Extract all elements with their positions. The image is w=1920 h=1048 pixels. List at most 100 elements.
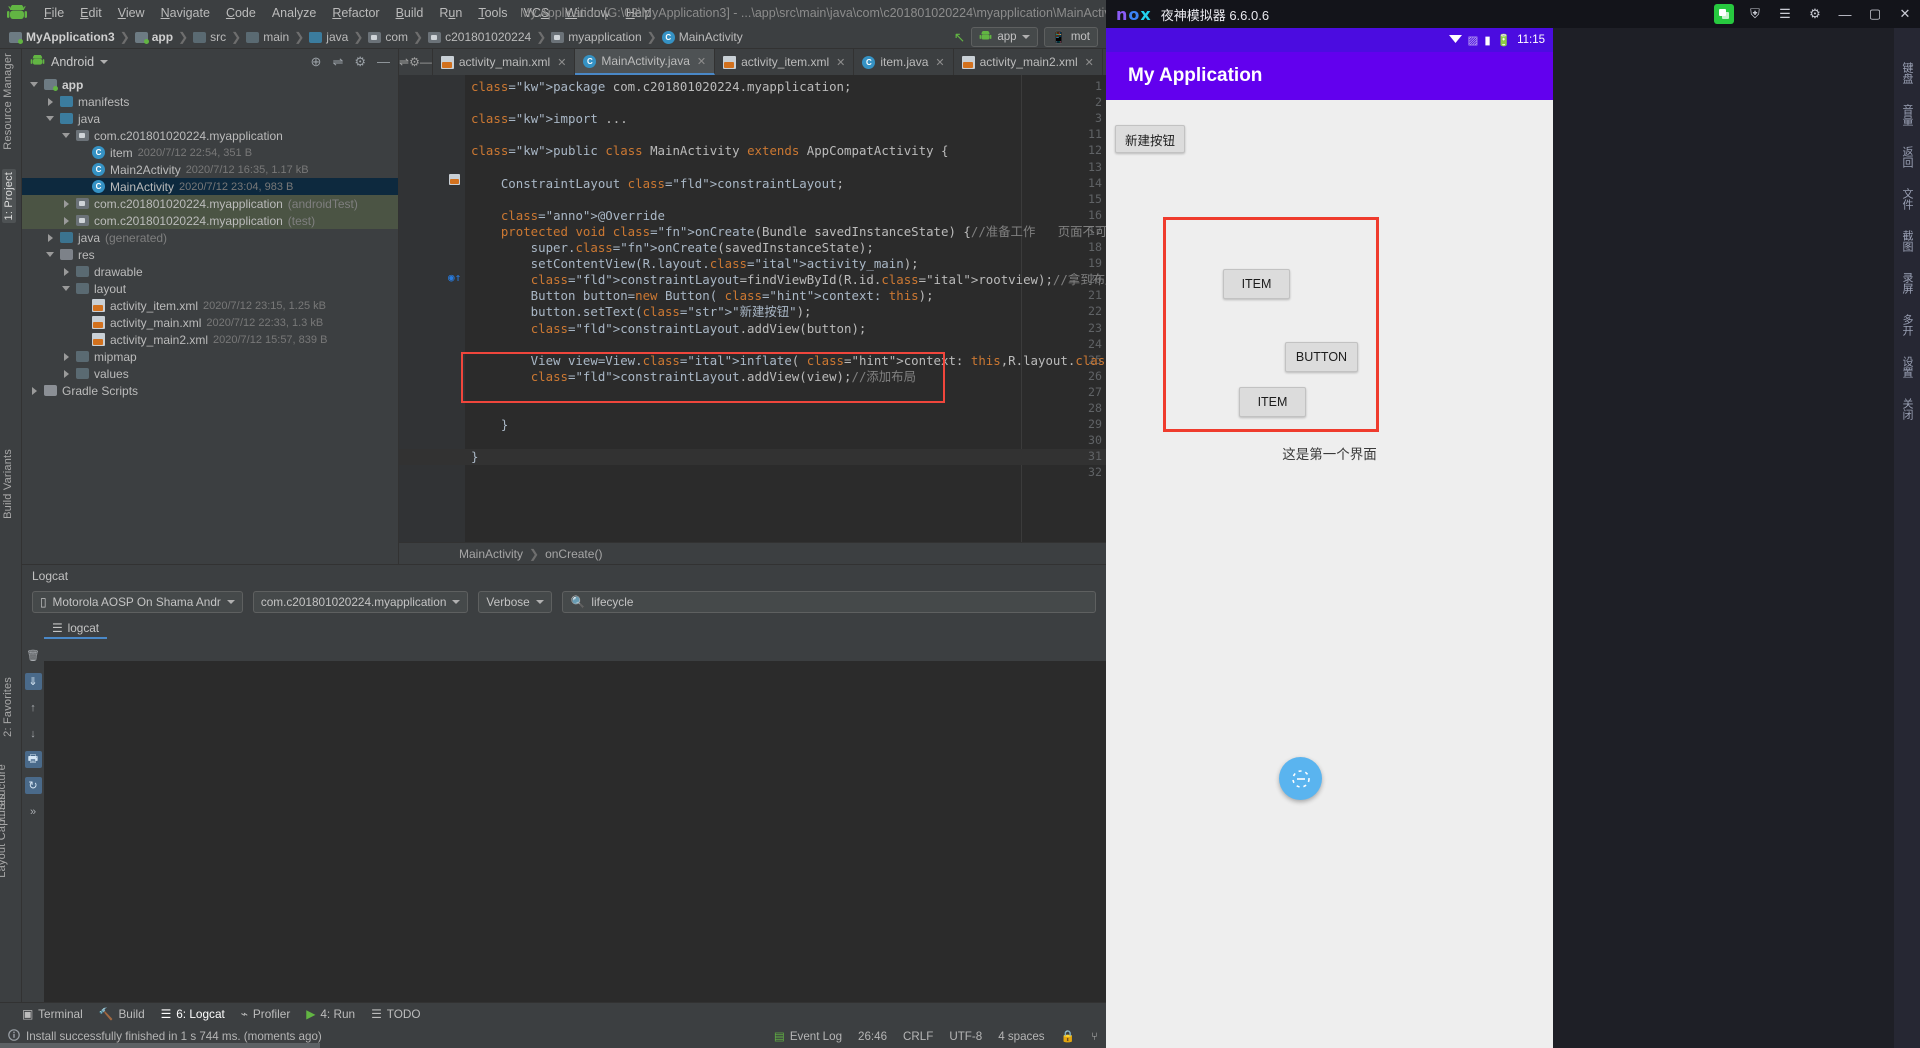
breadcrumb-item-myapplication[interactable]: myapplication: [548, 30, 644, 44]
editor-tab-item-java[interactable]: Citem.java ✕: [854, 49, 954, 75]
scroll-end-icon[interactable]: ⇓: [24, 673, 42, 690]
settings-icon[interactable]: ⚙: [1800, 0, 1830, 28]
editor-tabs[interactable]: activity_main.xml ✕ C MainActivity.java ✕ act…: [433, 49, 1106, 75]
tree-node-gradle-scripts[interactable]: Gradle Scripts: [22, 382, 398, 399]
logcat-output[interactable]: [44, 661, 1106, 1018]
emulator-rail-item[interactable]: 文件: [1899, 188, 1915, 210]
editor-tab-activity-main-xml[interactable]: activity_main.xml ✕: [433, 49, 576, 75]
chevron-down-icon[interactable]: [62, 284, 71, 293]
multi-instance-icon[interactable]: [1714, 4, 1734, 24]
tool-build[interactable]: 🔨 Build: [99, 1007, 145, 1021]
close-tab-icon[interactable]: ✕: [557, 56, 566, 69]
stripe-project[interactable]: 1: Project: [2, 169, 16, 224]
editor-tab-activity-item-xml[interactable]: activity_item.xml ✕: [715, 49, 855, 75]
tree-node-mainactivity[interactable]: C MainActivity 2020/7/12 23:04, 983 B: [22, 178, 398, 195]
menu-code[interactable]: Code: [218, 4, 264, 22]
item-button-2[interactable]: ITEM: [1239, 387, 1306, 417]
indent-setting[interactable]: 4 spaces: [998, 1030, 1044, 1043]
close-tab-icon[interactable]: ✕: [836, 56, 845, 69]
chevron-right-icon[interactable]: [46, 233, 55, 242]
chevron-right-icon[interactable]: [46, 97, 55, 106]
floating-action-button[interactable]: [1279, 757, 1322, 800]
locate-icon[interactable]: ⊕: [311, 54, 322, 70]
logcat-filter-input[interactable]: 🔍 lifecycle: [561, 591, 1096, 613]
tree-node-java[interactable]: java: [22, 110, 398, 127]
emulator-tool-rail[interactable]: 键盘 音量 返回 文件 截图 录屏 多开 设置 关闭: [1894, 28, 1920, 1048]
logcat-tab[interactable]: ☰ logcat: [44, 619, 108, 639]
more-icon[interactable]: »: [25, 803, 42, 820]
chevron-right-icon[interactable]: [62, 267, 71, 276]
close-icon[interactable]: ✕: [1890, 0, 1920, 28]
tree-node-res[interactable]: res: [22, 246, 398, 263]
close-tab-icon[interactable]: ✕: [697, 55, 706, 68]
chevron-right-icon[interactable]: [62, 216, 71, 225]
breadcrumb-item-app[interactable]: app: [132, 30, 176, 44]
tool-terminal[interactable]: ▣ Terminal: [22, 1007, 83, 1021]
tree-node-activity-main2-xml[interactable]: activity_main2.xml 2020/7/12 15:57, 839 B: [22, 331, 398, 348]
restart-icon[interactable]: ↻: [24, 777, 42, 794]
menu-file[interactable]: File: [36, 4, 72, 22]
folding-gutter[interactable]: [447, 75, 465, 542]
down-icon[interactable]: ↓: [25, 725, 42, 742]
chevron-down-icon[interactable]: [30, 80, 39, 89]
menu-refactor[interactable]: Refactor: [324, 4, 387, 22]
hide-icon[interactable]: —: [377, 54, 390, 69]
minimize-icon[interactable]: —: [1830, 0, 1860, 28]
menu-navigate[interactable]: Navigate: [153, 4, 218, 22]
menu-edit[interactable]: Edit: [72, 4, 110, 22]
breadcrumb-item-main[interactable]: main: [243, 30, 292, 44]
emulator-rail-item[interactable]: 键盘: [1899, 62, 1915, 84]
tree-node-manifests[interactable]: manifests: [22, 93, 398, 110]
class-gutter-icon[interactable]: [449, 173, 460, 185]
tool-todo[interactable]: ☰ TODO: [371, 1007, 420, 1021]
tree-node-java[interactable]: java (generated): [22, 229, 398, 246]
menu-run[interactable]: Run: [431, 4, 470, 22]
chevron-right-icon[interactable]: [62, 352, 71, 361]
caret-position[interactable]: 26:46: [858, 1030, 887, 1043]
tree-node-app[interactable]: app: [22, 76, 398, 93]
chevron-right-icon[interactable]: [30, 386, 39, 395]
emulator-rail-item[interactable]: 返回: [1899, 146, 1915, 168]
menu-build[interactable]: Build: [388, 4, 432, 22]
run-configuration-selector[interactable]: app: [971, 27, 1038, 47]
chevron-down-icon[interactable]: [46, 250, 55, 259]
breadcrumb-item-project[interactable]: MyApplication3: [6, 30, 118, 44]
tree-node-main2activity[interactable]: C Main2Activity 2020/7/12 16:35, 1.17 kB: [22, 161, 398, 178]
tree-node-activity-main-xml[interactable]: activity_main.xml 2020/7/12 22:33, 1.3 kB: [22, 314, 398, 331]
emulator-rail-item[interactable]: 音量: [1899, 104, 1915, 126]
breadcrumb-class[interactable]: MainActivity: [459, 547, 523, 561]
branch-icon[interactable]: ⑂: [1091, 1030, 1098, 1043]
event-log-button[interactable]: ▤ Event Log: [774, 1029, 842, 1044]
chevron-down-icon[interactable]: [62, 131, 71, 140]
gear-icon[interactable]: ⚙: [409, 55, 420, 69]
breadcrumb-item-java[interactable]: java: [306, 30, 351, 44]
code-editor[interactable]: 1 2 3 11 12 13 14 15 16 17 18 19 20 21 22 23 24 25 26 27 28 2…: [399, 75, 1106, 542]
chevron-down-icon[interactable]: [100, 59, 109, 64]
menu-icon[interactable]: ☰: [1770, 0, 1800, 28]
emulator-rail-item[interactable]: 截图: [1899, 230, 1915, 252]
menu-tools[interactable]: Tools: [470, 4, 515, 22]
collapse-icon[interactable]: ⇌: [399, 55, 409, 69]
menu-view[interactable]: View: [110, 4, 153, 22]
chevron-down-icon[interactable]: [46, 114, 55, 123]
override-gutter-icon[interactable]: ◉↑: [448, 271, 461, 284]
button-button[interactable]: BUTTON: [1285, 342, 1358, 372]
tree-node-mipmap[interactable]: mipmap: [22, 348, 398, 365]
tool-run[interactable]: ▶ 4: Run: [306, 1007, 355, 1021]
tree-node-item[interactable]: Citem 2020/7/12 22:54, 351 B: [22, 144, 398, 161]
sync-gradle-icon[interactable]: ↖: [954, 29, 966, 46]
chevron-right-icon[interactable]: [62, 199, 71, 208]
breadcrumb-item-mainactivity[interactable]: C MainActivity: [659, 30, 746, 44]
tool-profiler[interactable]: ⌁ Profiler: [241, 1007, 290, 1021]
shield-icon[interactable]: ⛨: [1740, 0, 1770, 28]
clear-logcat-icon[interactable]: 🗑: [25, 647, 42, 664]
tree-node-com-c201801020224-myapplication[interactable]: com.c201801020224.myapplication: [22, 127, 398, 144]
emulator-rail-item[interactable]: 设置: [1899, 356, 1915, 378]
nox-title-bar[interactable]: nox 夜神模拟器 6.6.0.6 ⛨ ☰ ⚙ — ▢ ✕: [1106, 0, 1920, 28]
logcat-process-selector[interactable]: com.c201801020224.myapplication: [252, 591, 469, 613]
up-icon[interactable]: ↑: [25, 699, 42, 716]
chevron-right-icon[interactable]: [62, 369, 71, 378]
tree-node-com-c201801020224-myapplication[interactable]: com.c201801020224.myapplication (test): [22, 212, 398, 229]
tree-node-layout[interactable]: layout: [22, 280, 398, 297]
emulator-rail-item[interactable]: 多开: [1899, 314, 1915, 336]
